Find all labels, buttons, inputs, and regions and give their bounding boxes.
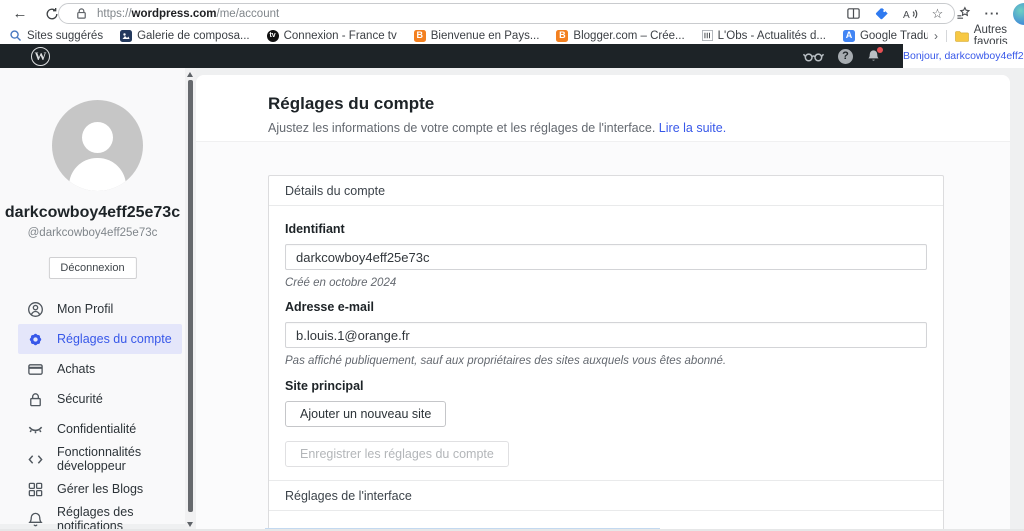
folder-icon xyxy=(955,30,969,42)
main-header: Réglages du compte Ajustez les informati… xyxy=(196,75,1010,142)
search-icon xyxy=(9,29,22,42)
bookmark-lobs[interactable]: L'Obs - Actualités d... xyxy=(702,30,826,42)
add-site-button[interactable]: Ajouter un nouveau site xyxy=(285,401,446,427)
bookmark-google-traduction[interactable]: A Google Traduction xyxy=(843,30,928,42)
url-text[interactable]: https://wordpress.com/me/account xyxy=(97,8,279,20)
account-details-body: Identifiant Créé en octobre 2024 Adresse… xyxy=(269,206,943,480)
blogger-icon: B xyxy=(414,30,426,42)
bookmark-sites-suggeres[interactable]: Sites suggérés xyxy=(9,29,103,42)
bookmark-blogger[interactable]: B Blogger.com – Crée... xyxy=(556,30,684,42)
translate-icon: A xyxy=(843,30,855,42)
more-icon[interactable]: ··· xyxy=(984,5,1001,22)
reader-glasses-icon[interactable] xyxy=(802,50,825,63)
svg-text:A: A xyxy=(903,9,910,20)
inner-scrollbar[interactable] xyxy=(185,68,196,531)
section-title-interface-settings: Réglages de l'interface xyxy=(269,480,943,511)
code-icon xyxy=(27,451,44,468)
gallery-icon xyxy=(120,30,132,42)
sidebar-username: darkcowboy4eff25e73c xyxy=(0,204,185,222)
sidebar-item-fonctionnalites-developpeur[interactable]: Fonctionnalités développeur xyxy=(18,444,182,474)
bookmarks-bar: Sites suggérés Galerie de composa... tv … xyxy=(0,27,1024,44)
primary-site-label: Site principal xyxy=(285,379,927,393)
split-screen-icon[interactable] xyxy=(845,5,862,22)
sidebar-handle: @darkcowboy4eff25e73c xyxy=(0,227,185,239)
bookmark-list: Sites suggérés Galerie de composa... tv … xyxy=(9,29,928,42)
collections-icon[interactable] xyxy=(955,5,972,22)
grid-icon xyxy=(27,481,44,498)
email-helper: Pas affiché publiquement, sauf aux propr… xyxy=(285,355,927,367)
eye-icon xyxy=(27,421,44,438)
username-input[interactable] xyxy=(285,244,927,270)
bookmark-francetv[interactable]: tv Connexion - France tv xyxy=(267,30,397,42)
sidebar-item-reglages-du-compte[interactable]: Réglages du compte xyxy=(18,324,182,354)
read-aloud-icon[interactable]: A xyxy=(901,5,918,22)
section-title-account-details: Détails du compte xyxy=(269,176,943,206)
bell-icon xyxy=(27,511,44,528)
avatar xyxy=(52,100,143,191)
browser-profile-avatar[interactable] xyxy=(1013,3,1024,25)
bookmarks-separator xyxy=(946,30,947,42)
read-more-link[interactable]: Lire la suite. xyxy=(659,121,726,135)
sidebar-item-gerer-les-blogs[interactable]: Gérer les Blogs xyxy=(18,474,182,504)
page-background: darkcowboy4eff25e73c @darkcowboy4eff25e7… xyxy=(0,68,1024,531)
shopping-tag-icon[interactable] xyxy=(873,5,890,22)
email-input[interactable] xyxy=(285,322,927,348)
wordpress-logo-icon[interactable]: W xyxy=(31,47,50,66)
page-subtitle: Ajustez les informations de votre compte… xyxy=(268,121,1010,135)
sidebar-item-confidentialite[interactable]: Confidentialité xyxy=(18,414,182,444)
address-bar[interactable]: https://wordpress.com/me/account A ☆ xyxy=(58,3,955,24)
scrollbar-thumb[interactable] xyxy=(188,80,193,512)
username-label: Identifiant xyxy=(285,222,927,236)
account-settings-card: Détails du compte Identifiant Créé en oc… xyxy=(268,175,944,531)
email-label: Adresse e-mail xyxy=(285,300,927,314)
page-title: Réglages du compte xyxy=(268,94,1010,114)
blogger-icon: B xyxy=(556,30,568,42)
account-sidebar: darkcowboy4eff25e73c @darkcowboy4eff25e7… xyxy=(0,68,185,524)
sidebar-item-securite[interactable]: Sécurité xyxy=(18,384,182,414)
username-helper: Créé en octobre 2024 xyxy=(285,277,927,289)
credit-card-icon xyxy=(27,361,44,378)
logout-button[interactable]: Déconnexion xyxy=(48,257,136,279)
notifications-bell-icon[interactable] xyxy=(866,49,881,64)
scrollbar-down-arrow-icon[interactable] xyxy=(187,522,193,527)
lock-icon xyxy=(27,391,44,408)
site-info-lock-icon[interactable] xyxy=(75,7,88,20)
bookmarks-overflow-chevron[interactable]: › xyxy=(934,29,938,43)
help-icon[interactable]: ? xyxy=(838,49,853,64)
main-panel: Réglages du compte Ajustez les informati… xyxy=(196,75,1010,531)
gear-icon xyxy=(27,331,44,348)
bookmark-galerie[interactable]: Galerie de composa... xyxy=(120,30,250,42)
masterbar-greeting[interactable]: Bonjour, darkcowboy4eff25e73c xyxy=(903,50,1024,62)
sidebar-item-reglages-des-notifications[interactable]: Réglages des notifications xyxy=(18,504,182,531)
sidebar-item-mon-profil[interactable]: Mon Profil xyxy=(18,294,182,324)
browser-toolbar: ← https://wordpress.com/me/account A ☆ ·… xyxy=(0,0,1024,27)
user-circle-icon xyxy=(27,301,44,318)
favorite-star-icon[interactable]: ☆ xyxy=(929,5,946,22)
scrollbar-up-arrow-icon[interactable] xyxy=(187,72,193,77)
wordpress-masterbar: W ? Bonjour, darkcowboy4eff25e73c xyxy=(0,44,1024,68)
sidebar-menu: Mon Profil Réglages du compte Achats Séc… xyxy=(18,294,182,531)
lobs-icon xyxy=(702,30,713,41)
notification-badge xyxy=(877,47,883,53)
sidebar-item-achats[interactable]: Achats xyxy=(18,354,182,384)
francetv-icon: tv xyxy=(267,30,279,42)
main-content: Détails du compte Identifiant Créé en oc… xyxy=(196,142,1010,531)
bookmark-bienvenue[interactable]: B Bienvenue en Pays... xyxy=(414,30,540,42)
save-account-settings-button[interactable]: Enregistrer les réglages du compte xyxy=(285,441,509,467)
back-icon[interactable]: ← xyxy=(8,3,32,25)
